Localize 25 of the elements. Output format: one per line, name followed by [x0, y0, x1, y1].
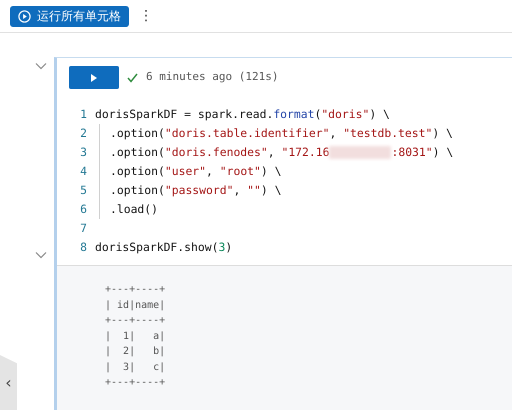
code-line: .option("password", "") \ [110, 183, 282, 197]
code-line: .option("doris.table.identifier", "testdb.test") \ [110, 126, 453, 140]
code-line: .load() [110, 202, 158, 216]
play-icon [90, 72, 98, 82]
run-cell-button[interactable] [69, 66, 119, 89]
output-table: +---+----+ | id|name| +---+----+ | 1| a| | 2| b| | 3| c| +---+----+ [105, 282, 512, 390]
collapse-panel-button[interactable]: ‹ [0, 355, 17, 410]
line-number: 2 [79, 125, 88, 142]
code-line: dorisSparkDF = spark.read.format("doris") \ [95, 107, 390, 121]
run-status: 6 minutes ago (121s) [146, 69, 278, 86]
line-number: 4 [79, 163, 88, 180]
line-number: 7 [79, 220, 88, 237]
code-line: .option("user", "root") \ [110, 164, 282, 178]
code-line: .option("doris.fenodes", "172.16 :8031") \ [110, 145, 454, 159]
chevron-icon[interactable] [35, 251, 47, 259]
line-number: 6 [79, 201, 88, 218]
more-options-button[interactable]: ⋮ [139, 6, 153, 26]
run-all-button[interactable]: 运行所有单元格 [10, 6, 129, 26]
line-number: 8 [79, 239, 88, 256]
code-line: dorisSparkDF.show(3) [95, 240, 232, 254]
line-number: 5 [79, 182, 88, 199]
line-number: 3 [79, 144, 88, 161]
play-icon [18, 10, 31, 22]
chevron-icon[interactable] [35, 62, 47, 70]
line-number: 1 [79, 106, 88, 123]
